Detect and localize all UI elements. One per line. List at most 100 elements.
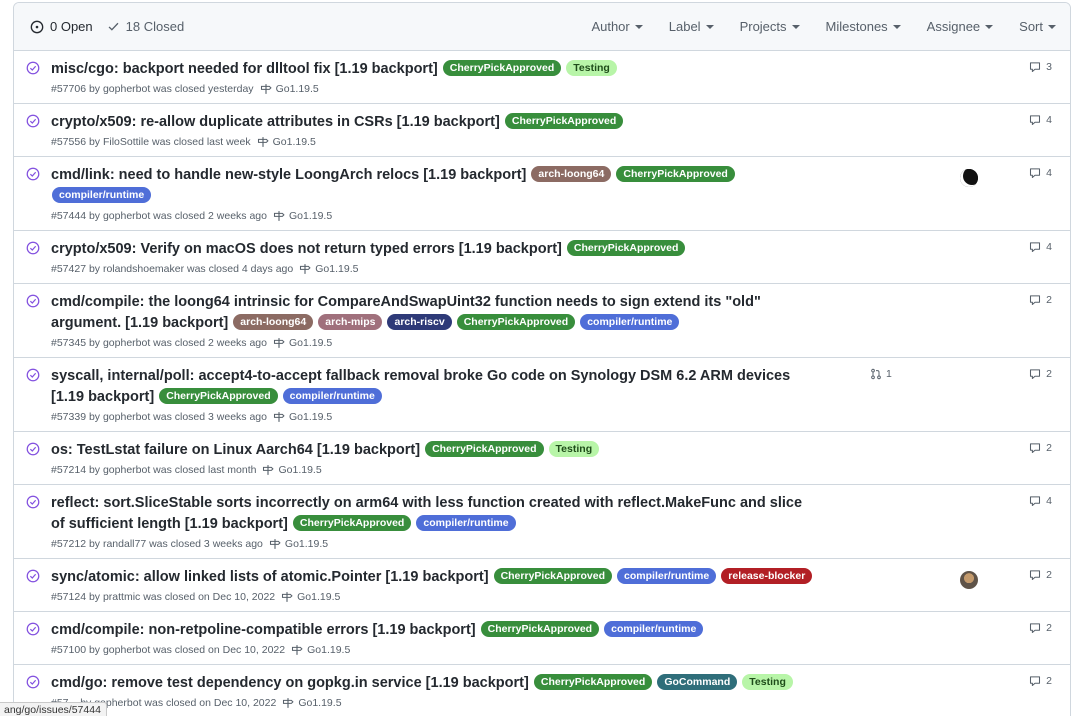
issue-row[interactable]: cmd/go: remove test dependency on gopkg.…: [14, 665, 1070, 716]
issue-row[interactable]: cmd/link: need to handle new-style Loong…: [14, 157, 1070, 231]
issue-label[interactable]: arch-loong64: [233, 314, 314, 330]
issue-closed-icon: [26, 442, 40, 461]
comments-link[interactable]: 4: [1029, 495, 1052, 507]
issue-main: crypto/x509: Verify on macOS does not re…: [14, 231, 814, 283]
issue-label[interactable]: GoCommand: [657, 674, 738, 690]
comments-link[interactable]: 2: [1029, 622, 1052, 634]
issue-title-link[interactable]: cmd/compile: non-retpoline-compatible er…: [51, 622, 476, 638]
projects-filter[interactable]: Projects: [740, 19, 800, 34]
milestone-link[interactable]: Go1.19.5: [291, 644, 350, 656]
milestone-link[interactable]: Go1.19.5: [273, 411, 332, 423]
issue-label[interactable]: compiler/runtime: [52, 187, 152, 203]
issue-closed-icon: [26, 61, 40, 80]
milestone-link[interactable]: Go1.19.5: [257, 136, 316, 148]
issue-meta-text: #57100 by gopherbot was closed on Dec 10…: [51, 644, 286, 656]
milestone-link[interactable]: Go1.19.5: [281, 591, 340, 603]
comments-link[interactable]: 4: [1029, 241, 1052, 253]
comments-link[interactable]: 2: [1029, 569, 1052, 581]
label-filter[interactable]: Label: [669, 19, 714, 34]
author-filter[interactable]: Author: [591, 19, 643, 34]
milestone-link[interactable]: Go1.19.5: [260, 83, 319, 95]
comments-link[interactable]: 3: [1029, 61, 1052, 73]
issue-label[interactable]: CherryPickApproved: [442, 60, 562, 76]
issue-title-link[interactable]: crypto/x509: Verify on macOS does not re…: [51, 241, 562, 257]
closed-issues-toggle[interactable]: 18 Closed: [107, 19, 184, 34]
issue-row[interactable]: os: TestLstat failure on Linux Aarch64 […: [14, 432, 1070, 485]
issue-label[interactable]: CherryPickApproved: [616, 166, 735, 182]
milestone-label: Go1.19.5: [298, 697, 342, 709]
comments-link[interactable]: 2: [1029, 675, 1052, 687]
comment-count: 4: [1046, 114, 1052, 126]
milestone-icon: [257, 136, 273, 148]
assignee-avatar[interactable]: [960, 571, 978, 589]
linked-pr-link[interactable]: 1: [870, 368, 892, 380]
issue-label[interactable]: compiler/runtime: [282, 388, 382, 404]
issue-row[interactable]: reflect: sort.SliceStable sorts incorrec…: [14, 485, 1070, 559]
issue-row[interactable]: sync/atomic: allow linked lists of atomi…: [14, 559, 1070, 612]
assignee-avatar[interactable]: [960, 169, 978, 187]
comments-link[interactable]: 4: [1029, 167, 1052, 179]
issue-title-line: cmd/link: need to handle new-style Loong…: [51, 165, 814, 207]
comments-link[interactable]: 2: [1029, 442, 1052, 454]
issue-label[interactable]: arch-loong64: [531, 166, 612, 182]
issue-meta: #57... by gopherbot was closed on Dec 10…: [51, 697, 814, 709]
issue-label[interactable]: CherryPickApproved: [292, 515, 412, 531]
issue-label[interactable]: Testing: [566, 60, 617, 76]
issue-label[interactable]: CherryPickApproved: [480, 621, 600, 637]
issues-list-box: 0 Open 18 Closed Author Label Projects M…: [13, 2, 1071, 716]
filter-bar: Author Label Projects Milestones Assigne…: [591, 19, 1070, 34]
caret-down-icon: [985, 25, 994, 29]
milestone-link[interactable]: Go1.19.5: [269, 538, 328, 550]
milestone-icon: [273, 210, 289, 222]
issue-label[interactable]: CherryPickApproved: [159, 388, 278, 404]
open-issues-toggle[interactable]: 0 Open: [30, 19, 93, 34]
issue-label[interactable]: Testing: [548, 441, 600, 457]
milestones-filter[interactable]: Milestones: [826, 19, 901, 34]
milestone-link[interactable]: Go1.19.5: [282, 697, 342, 709]
issue-title-link[interactable]: os: TestLstat failure on Linux Aarch64 […: [51, 442, 420, 458]
issue-row[interactable]: misc/cgo: backport needed for dlltool fi…: [14, 51, 1070, 104]
sort-filter[interactable]: Sort: [1019, 19, 1056, 34]
caret-down-icon: [1048, 25, 1056, 29]
issue-label[interactable]: CherryPickApproved: [533, 674, 653, 690]
filter-label: Assignee: [926, 19, 981, 34]
check-icon: [107, 20, 120, 33]
assignee-filter[interactable]: Assignee: [926, 19, 994, 34]
issue-label[interactable]: compiler/runtime: [617, 568, 717, 584]
issue-row[interactable]: crypto/x509: re-allow duplicate attribut…: [14, 104, 1070, 157]
issue-title-line: crypto/x509: re-allow duplicate attribut…: [51, 112, 814, 133]
issue-label[interactable]: compiler/runtime: [416, 515, 516, 531]
issue-title-link[interactable]: sync/atomic: allow linked lists of atomi…: [51, 569, 489, 585]
comments-link[interactable]: 2: [1029, 294, 1052, 306]
issue-title-link[interactable]: crypto/x509: re-allow duplicate attribut…: [51, 114, 500, 130]
issue-label[interactable]: release-blocker: [721, 568, 813, 584]
issue-label[interactable]: CherryPickApproved: [456, 314, 576, 330]
issue-label[interactable]: CherryPickApproved: [493, 568, 613, 584]
comments-link[interactable]: 4: [1029, 114, 1052, 126]
comment-count: 4: [1046, 495, 1052, 507]
milestone-link[interactable]: Go1.19.5: [273, 210, 332, 222]
issue-row[interactable]: cmd/compile: the loong64 intrinsic for C…: [14, 284, 1070, 358]
issue-title-line: syscall, internal/poll: accept4-to-accep…: [51, 366, 814, 408]
milestone-link[interactable]: Go1.19.5: [262, 464, 322, 476]
issue-label[interactable]: CherryPickApproved: [425, 441, 544, 457]
comments-link[interactable]: 2: [1029, 368, 1052, 380]
filter-label: Author: [591, 19, 630, 34]
issue-row[interactable]: syscall, internal/poll: accept4-to-accep…: [14, 358, 1070, 432]
issue-label[interactable]: arch-mips: [318, 314, 383, 330]
linked-pr-count: 1: [886, 368, 892, 380]
issue-title-link[interactable]: cmd/link: need to handle new-style Loong…: [51, 167, 526, 183]
issue-meta: #57444 by gopherbot was closed 2 weeks a…: [51, 210, 814, 222]
issue-label[interactable]: arch-riscv: [387, 314, 452, 330]
milestone-link[interactable]: Go1.19.5: [299, 263, 358, 275]
issue-title-link[interactable]: misc/cgo: backport needed for dlltool fi…: [51, 61, 438, 77]
issue-label[interactable]: CherryPickApproved: [504, 113, 624, 129]
issue-row[interactable]: crypto/x509: Verify on macOS does not re…: [14, 231, 1070, 284]
milestone-link[interactable]: Go1.19.5: [273, 337, 332, 349]
issue-title-link[interactable]: cmd/go: remove test dependency on gopkg.…: [51, 675, 529, 691]
issue-label[interactable]: Testing: [742, 674, 793, 690]
issue-label[interactable]: compiler/runtime: [580, 314, 680, 330]
issue-label[interactable]: CherryPickApproved: [566, 240, 686, 256]
issue-label[interactable]: compiler/runtime: [604, 621, 704, 637]
issue-row[interactable]: cmd/compile: non-retpoline-compatible er…: [14, 612, 1070, 665]
